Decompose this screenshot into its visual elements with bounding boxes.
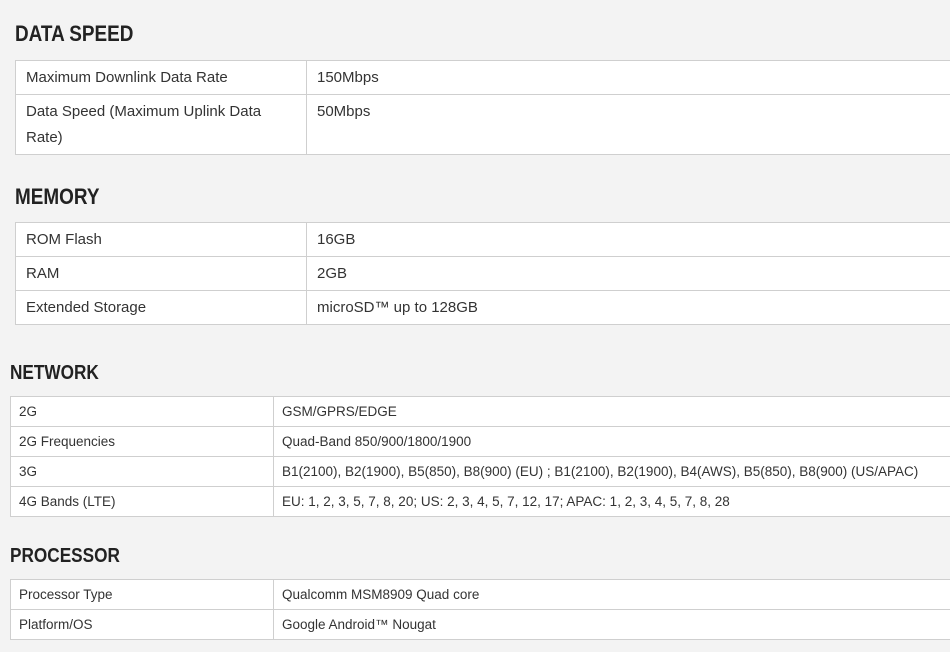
section-heading-memory: MEMORY	[15, 184, 100, 209]
spec-label: Platform/OS	[10, 609, 274, 640]
table-row: Maximum Downlink Data Rate 150Mbps	[15, 60, 950, 95]
spec-value: 150Mbps	[306, 60, 950, 95]
spec-page: DATA SPEED Maximum Downlink Data Rate 15…	[0, 0, 950, 652]
table-row: ROM Flash 16GB	[15, 222, 950, 257]
table-row: Processor Type Qualcomm MSM8909 Quad cor…	[10, 579, 950, 610]
spec-value: 50Mbps	[306, 94, 950, 155]
section-heading-processor: PROCESSOR	[10, 545, 120, 567]
table-row: 3G B1(2100), B2(1900), B5(850), B8(900) …	[10, 456, 950, 487]
spec-label: ROM Flash	[15, 222, 307, 257]
spec-value: GSM/GPRS/EDGE	[273, 396, 950, 427]
section-heading-network: NETWORK	[10, 362, 99, 384]
network-table: 2G GSM/GPRS/EDGE 2G Frequencies Quad-Ban…	[10, 396, 950, 517]
spec-label: Processor Type	[10, 579, 274, 610]
section-heading-data-speed: DATA SPEED	[15, 21, 134, 46]
spec-label: 4G Bands (LTE)	[10, 486, 274, 517]
spec-value: 2GB	[306, 256, 950, 291]
table-row: Data Speed (Maximum Uplink Data Rate) 50…	[15, 94, 950, 155]
spec-label: Data Speed (Maximum Uplink Data Rate)	[15, 94, 307, 155]
processor-table: Processor Type Qualcomm MSM8909 Quad cor…	[10, 579, 950, 640]
spec-value: B1(2100), B2(1900), B5(850), B8(900) (EU…	[273, 456, 950, 487]
spec-label: RAM	[15, 256, 307, 291]
data-speed-table: Maximum Downlink Data Rate 150Mbps Data …	[15, 60, 950, 155]
table-row: 2G GSM/GPRS/EDGE	[10, 396, 950, 427]
spec-value: Google Android™ Nougat	[273, 609, 950, 640]
spec-label: 2G Frequencies	[10, 426, 274, 457]
spec-label: Extended Storage	[15, 290, 307, 325]
table-row: Platform/OS Google Android™ Nougat	[10, 609, 950, 640]
spec-label: 2G	[10, 396, 274, 427]
spec-value: microSD™ up to 128GB	[306, 290, 950, 325]
table-row: Extended Storage microSD™ up to 128GB	[15, 290, 950, 325]
spec-value: EU: 1, 2, 3, 5, 7, 8, 20; US: 2, 3, 4, 5…	[273, 486, 950, 517]
spec-label: 3G	[10, 456, 274, 487]
spec-value: Quad-Band 850/900/1800/1900	[273, 426, 950, 457]
table-row: 4G Bands (LTE) EU: 1, 2, 3, 5, 7, 8, 20;…	[10, 486, 950, 517]
spec-value: Qualcomm MSM8909 Quad core	[273, 579, 950, 610]
table-row: 2G Frequencies Quad-Band 850/900/1800/19…	[10, 426, 950, 457]
spec-label: Maximum Downlink Data Rate	[15, 60, 307, 95]
memory-table: ROM Flash 16GB RAM 2GB Extended Storage …	[15, 222, 950, 325]
table-row: RAM 2GB	[15, 256, 950, 291]
spec-value: 16GB	[306, 222, 950, 257]
